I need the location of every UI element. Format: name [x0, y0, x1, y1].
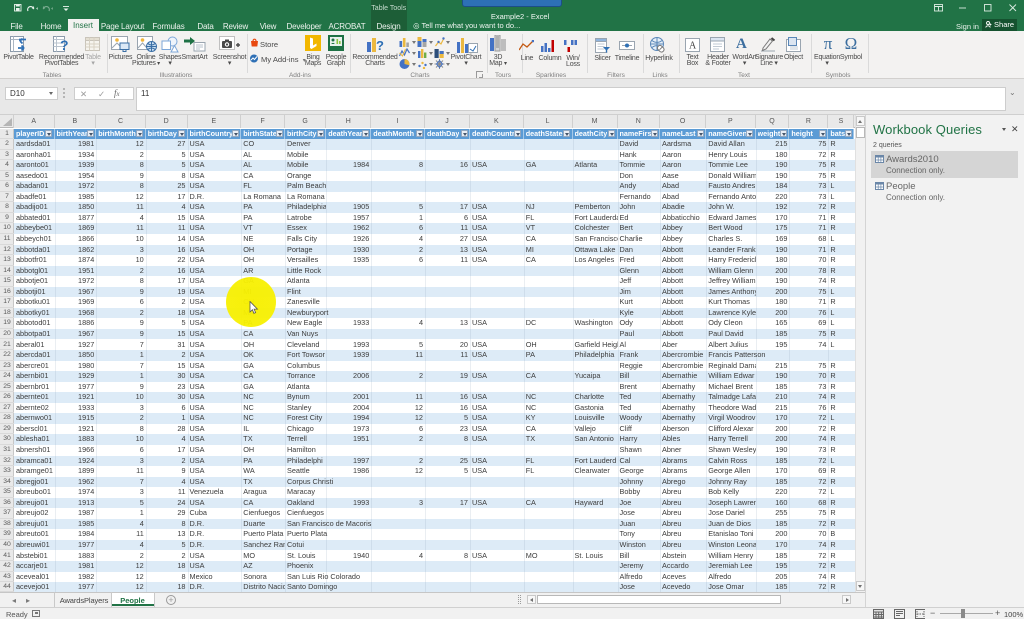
svg-text:?: ? [376, 38, 384, 53]
svg-text:A: A [689, 41, 697, 52]
svg-text:?: ? [60, 37, 69, 53]
